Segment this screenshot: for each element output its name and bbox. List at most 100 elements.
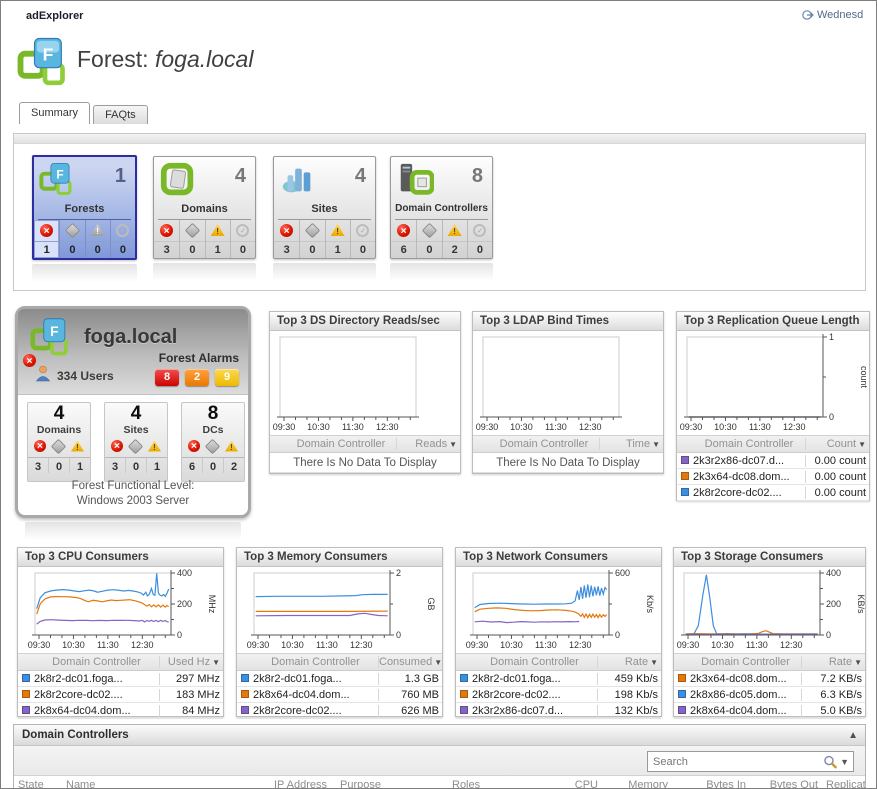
tab-faqts[interactable]: FAQts xyxy=(93,105,148,124)
table-row[interactable]: 2k8r2-dc01.foga... 297 MHz xyxy=(18,671,223,687)
subtile-sites[interactable]: 4 Sites 301 xyxy=(104,402,168,482)
svg-text:0: 0 xyxy=(396,630,401,640)
column-ip-address[interactable]: IP Address xyxy=(270,779,336,788)
search-options-caret-icon[interactable]: ▼ xyxy=(840,757,849,767)
app-title: adExplorer xyxy=(26,10,84,22)
app-window: adExplorer Wednesd F Forest: foga.local … xyxy=(0,0,877,789)
column-memory[interactable]: Memory xyxy=(602,779,672,788)
column-domain-controller: Domain Controller xyxy=(296,438,386,450)
panel-ldap-bind-times: Top 3 LDAP Bind Times 09:30 10:30 11:30 12:… xyxy=(472,311,664,474)
status-warning[interactable]: 2 xyxy=(441,220,467,258)
fatal-alarm-badge[interactable]: 8 xyxy=(155,369,179,386)
warning-icon xyxy=(210,224,225,236)
domain-controller-icon xyxy=(400,163,434,195)
status-fatal[interactable]: 3 xyxy=(154,220,180,258)
subtile-domains[interactable]: 4 Domains 301 xyxy=(27,402,91,482)
table-row[interactable]: 2k8r2core-dc02.... 198 Kb/s xyxy=(456,687,661,703)
subtile-dcs[interactable]: 8 DCs 602 xyxy=(181,402,245,482)
sign-out-icon[interactable] xyxy=(802,9,814,21)
panel-title: Top 3 LDAP Bind Times xyxy=(473,312,663,331)
svg-text:400: 400 xyxy=(177,568,192,578)
series-swatch xyxy=(241,673,249,682)
column-rate-sort[interactable]: Rate ▼ xyxy=(597,656,661,668)
status-warning[interactable]: 1 xyxy=(324,220,350,258)
column-used-hz-sort[interactable]: Used Hz ▼ xyxy=(159,656,223,668)
table-row[interactable]: 2k8r2core-dc02.... 0.00 count xyxy=(677,485,869,501)
table-row[interactable]: 2k8x64-dc04.dom... 84 MHz xyxy=(18,703,223,719)
tile-label: Sites xyxy=(311,203,338,215)
svg-text:09:30: 09:30 xyxy=(680,422,703,432)
svg-text:10:30: 10:30 xyxy=(500,640,523,650)
column-consumed-sort[interactable]: Consumed ▼ xyxy=(378,656,442,668)
tile-domains[interactable]: 4 Domains 3 0 1 0 xyxy=(153,156,256,259)
tile-reflection xyxy=(32,264,137,282)
tile-domain-controllers[interactable]: 8 Domain Controllers 6 0 2 0 xyxy=(390,156,493,259)
search-input[interactable] xyxy=(648,755,824,768)
status-normal[interactable]: 0 xyxy=(229,220,255,258)
column-roles[interactable]: Roles xyxy=(448,779,544,788)
column-state[interactable]: State xyxy=(14,779,62,788)
status-fatal[interactable]: 3 xyxy=(274,220,300,258)
table-row[interactable]: 2k3x64-dc08.dom... 7.2 KB/s xyxy=(674,671,865,687)
table-row[interactable]: 2k8x64-dc04.dom... 5.0 KB/s xyxy=(674,703,865,719)
current-datetime: Wednesd xyxy=(817,9,864,21)
dc-table-header: State Name IP Address Purpose Roles CPU … xyxy=(14,776,865,788)
column-bytes-in[interactable]: Bytes In xyxy=(672,779,750,788)
table-row[interactable]: 2k8r2-dc01.foga... 1.3 GB xyxy=(237,671,442,687)
status-fatal[interactable]: 1 xyxy=(34,220,60,258)
status-normal[interactable]: 0 xyxy=(466,220,492,258)
svg-text:10:30: 10:30 xyxy=(711,640,734,650)
status-critical[interactable]: 0 xyxy=(179,220,205,258)
table-row[interactable]: 2k3r2x86-dc07.d... 132 Kb/s xyxy=(456,703,661,719)
column-time-sort[interactable]: Time ▼ xyxy=(599,438,663,450)
status-critical[interactable]: 0 xyxy=(299,220,325,258)
table-row[interactable]: 2k8r2core-dc02.... 626 MB xyxy=(237,703,442,719)
table-row[interactable]: 2k3r2x86-dc07.d... 0.00 count xyxy=(677,453,869,469)
tile-reflection xyxy=(153,263,256,281)
column-replication[interactable]: Replication xyxy=(822,779,865,788)
table-row[interactable]: 2k8x86-dc05.dom... 6.3 KB/s xyxy=(674,687,865,703)
table-row[interactable]: 2k3x64-dc08.dom... 0.00 count xyxy=(677,469,869,485)
status-fatal[interactable]: 6 xyxy=(391,220,417,258)
status-warning[interactable]: 1 xyxy=(204,220,230,258)
search-box[interactable]: ▼ xyxy=(647,751,854,772)
column-bytes-out[interactable]: Bytes Out xyxy=(750,779,822,788)
normal-icon xyxy=(116,224,130,237)
column-purpose[interactable]: Purpose xyxy=(336,779,448,788)
critical-alarm-badge[interactable]: 2 xyxy=(185,369,209,386)
svg-text:200: 200 xyxy=(177,599,192,609)
tile-count: 4 xyxy=(354,165,366,187)
tile-forests[interactable]: F 1 Forests 1 0 0 0 xyxy=(32,155,137,260)
warning-icon xyxy=(148,440,161,452)
column-reads-sort[interactable]: Reads ▼ xyxy=(396,438,460,450)
column-domain-controller: Domain Controller xyxy=(704,438,794,450)
status-warning[interactable]: 0 xyxy=(84,220,110,258)
forest-summary-card[interactable]: F foga.local 334 Users Forest Alarms 8 2… xyxy=(15,306,251,518)
table-row[interactable]: 2k8r2core-dc02.... 183 MHz xyxy=(18,687,223,703)
sort-arrow-icon: ▼ xyxy=(449,440,457,449)
column-count-sort[interactable]: Count ▼ xyxy=(805,438,869,450)
collapse-icon[interactable]: ▲ xyxy=(848,725,858,746)
status-normal[interactable]: 0 xyxy=(349,220,375,258)
status-critical[interactable]: 0 xyxy=(416,220,442,258)
svg-text:11:30: 11:30 xyxy=(545,422,567,432)
warning-alarm-badge[interactable]: 9 xyxy=(215,369,239,386)
table-row[interactable]: 2k8r2-dc01.foga... 459 Kb/s xyxy=(456,671,661,687)
table-row[interactable]: 2k8x64-dc04.dom... 760 MB xyxy=(237,687,442,703)
column-name[interactable]: Name xyxy=(62,779,270,788)
svg-text:F: F xyxy=(56,167,63,181)
search-icon[interactable] xyxy=(823,755,837,769)
column-cpu[interactable]: CPU xyxy=(544,779,602,788)
strip-band xyxy=(14,134,865,144)
status-normal[interactable]: 0 xyxy=(109,220,135,258)
column-rate-sort[interactable]: Rate ▼ xyxy=(801,656,865,668)
status-critical[interactable]: 0 xyxy=(59,220,85,258)
svg-text:1: 1 xyxy=(829,332,834,342)
column-domain-controller: Domain Controller xyxy=(490,656,579,668)
no-data-message: There Is No Data To Display xyxy=(270,453,460,473)
series-swatch xyxy=(678,705,686,714)
forest-icon: F xyxy=(17,37,65,86)
tile-sites[interactable]: 4 Sites 3 0 1 0 xyxy=(273,156,376,259)
tab-summary[interactable]: Summary xyxy=(19,102,91,124)
forest-icon: F xyxy=(30,318,68,356)
